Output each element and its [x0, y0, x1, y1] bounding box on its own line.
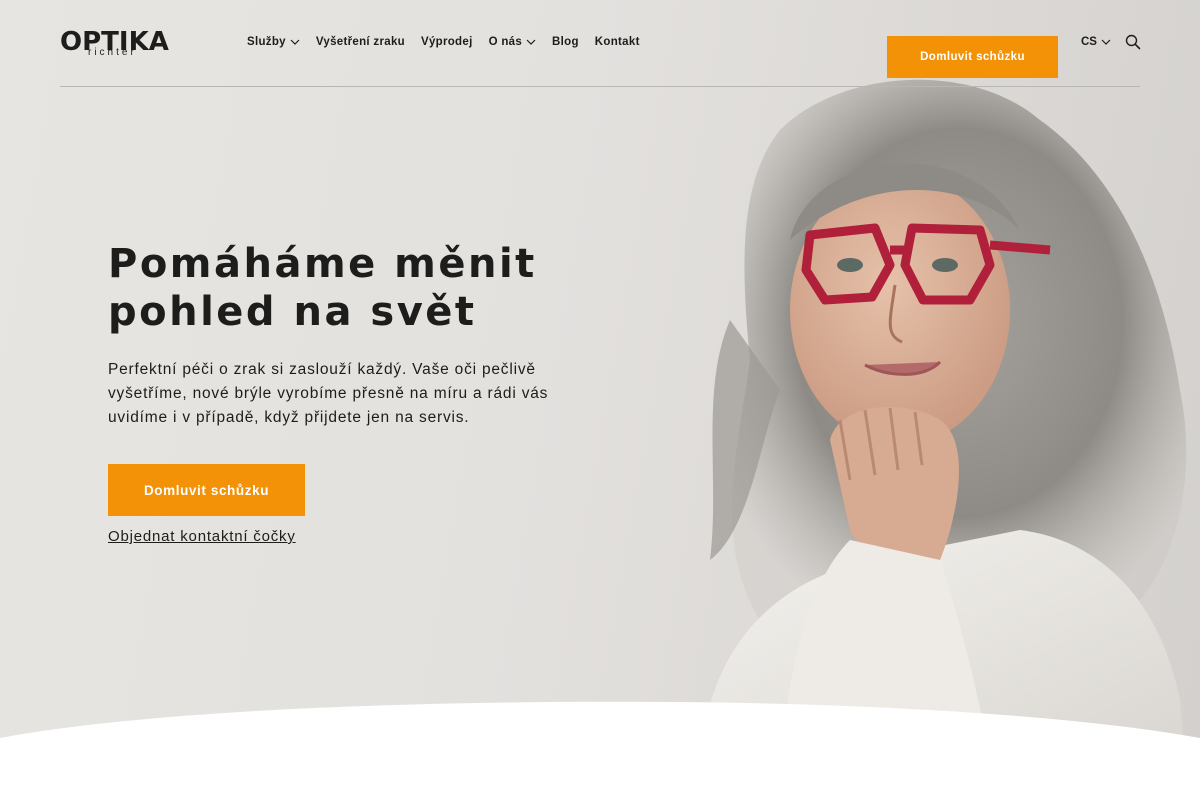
nav-item-kontakt[interactable]: Kontakt — [595, 36, 640, 48]
main-navigation: Služby Vyšetření zraku Výprodej O nás Bl… — [247, 36, 640, 48]
chevron-down-icon — [526, 39, 536, 45]
nav-item-o-nas[interactable]: O nás — [489, 36, 536, 48]
language-label: CS — [1081, 36, 1097, 48]
search-icon[interactable] — [1125, 34, 1141, 50]
header-divider — [60, 86, 1140, 87]
logo-subtitle: richter — [88, 47, 137, 58]
hero-lead-text: Perfektní péči o zrak si zaslouží každý.… — [108, 361, 549, 426]
nav-item-blog[interactable]: Blog — [552, 36, 579, 48]
hero-section: OPTIKA richter Služby Vyšetření zraku Vý… — [0, 0, 1200, 800]
hero-headline: Pomáháme měnit pohled na svět — [108, 241, 537, 335]
nav-item-vysetreni-zraku[interactable]: Vyšetření zraku — [316, 36, 405, 48]
nav-item-label: Výprodej — [420, 36, 473, 48]
nav-item-sluzby[interactable]: Služby — [247, 36, 300, 48]
header-appointment-button[interactable]: Domluvit schůzku — [887, 36, 1058, 78]
contact-lenses-order-link[interactable]: Objednat kontaktní čočky — [108, 528, 296, 545]
chevron-down-icon — [1101, 39, 1111, 45]
hero-portrait-image — [700, 79, 1187, 760]
nav-item-label: Služby — [247, 36, 286, 48]
chevron-down-icon — [290, 39, 300, 45]
hero-appointment-button[interactable]: Domluvit schůzku — [108, 464, 305, 516]
nav-item-label: Vyšetření zraku — [315, 36, 405, 48]
nav-item-label: O nás — [488, 36, 523, 48]
nav-item-label: Kontakt — [594, 36, 640, 48]
brand-logo[interactable]: OPTIKA richter — [60, 27, 169, 59]
nav-item-vyprodej[interactable]: Výprodej — [421, 36, 473, 48]
language-switcher[interactable]: CS — [1081, 36, 1111, 48]
nav-item-label: Blog — [552, 36, 579, 48]
hero-appointment-label: Domluvit schůzku — [143, 482, 270, 498]
hero-bottom-wave — [0, 701, 1200, 800]
header-appointment-label: Domluvit schůzku — [920, 51, 1025, 63]
